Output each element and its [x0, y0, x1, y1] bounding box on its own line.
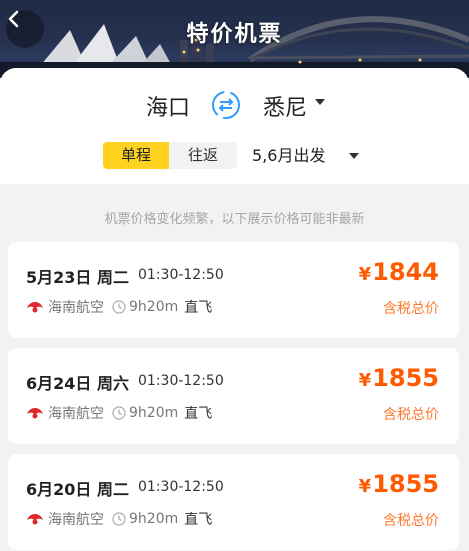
clock-icon — [112, 406, 126, 420]
header-banner: 特价机票 — [0, 0, 469, 78]
flight-time: 01:30-12:50 — [138, 267, 224, 283]
flight-type: 直飞 — [184, 512, 213, 528]
price-value: 1855 — [372, 364, 439, 392]
flight-price: ¥1855 — [359, 470, 439, 498]
flight-date: 5月23日 周二 — [26, 268, 129, 287]
tab-one-way[interactable]: 单程 — [103, 142, 169, 169]
currency-symbol: ¥ — [358, 264, 372, 285]
date-filter[interactable]: 5,6月出发 — [252, 142, 325, 169]
airline-logo-icon — [27, 302, 43, 313]
price-note: 含税总价 — [383, 301, 439, 317]
clock-icon — [112, 300, 126, 314]
flight-duration: 9h20m — [129, 405, 179, 421]
price-value: 1844 — [372, 258, 439, 286]
flight-date: 6月20日 周二 — [26, 480, 129, 499]
trip-options-row: 单程 往返 5,6月出发 — [0, 142, 469, 170]
airline-name: 海南航空 — [48, 300, 104, 316]
flight-card[interactable]: 5月23日 周二 01:30-12:50 海南航空 9h20m 直飞 ¥1844… — [8, 242, 459, 338]
page-title: 特价机票 — [186, 22, 283, 47]
caret-down-icon[interactable] — [349, 153, 359, 159]
destination-city[interactable]: 悉尼 — [263, 90, 307, 122]
flight-type: 直飞 — [184, 406, 213, 422]
search-panel: 海口 悉尼 单程 往返 5,6月出发 — [0, 68, 469, 184]
flight-price: ¥1844 — [359, 258, 439, 286]
price-notice: 机票价格变化频繁，以下展示价格可能非最新 — [104, 212, 365, 227]
caret-down-icon[interactable] — [315, 99, 325, 105]
airline-name: 海南航空 — [48, 512, 104, 528]
departure-city[interactable]: 海口 — [146, 90, 190, 122]
flight-time: 01:30-12:50 — [138, 479, 224, 495]
price-value: 1855 — [372, 470, 439, 498]
airline-logo-icon — [27, 514, 43, 525]
currency-symbol: ¥ — [358, 370, 372, 391]
flight-time: 01:30-12:50 — [138, 373, 224, 389]
route-selector: 海口 悉尼 — [0, 89, 469, 122]
flight-card[interactable]: 6月20日 周二 01:30-12:50 海南航空 9h20m 直飞 ¥1855… — [8, 454, 459, 550]
flight-price: ¥1855 — [359, 364, 439, 392]
tab-round-trip[interactable]: 往返 — [169, 142, 237, 169]
price-note: 含税总价 — [383, 513, 439, 529]
flight-card[interactable]: 6月24日 周六 01:30-12:50 海南航空 9h20m 直飞 ¥1855… — [8, 348, 459, 444]
swap-icon[interactable] — [210, 89, 242, 121]
flight-date: 6月24日 周六 — [26, 374, 129, 393]
flight-type: 直飞 — [184, 300, 213, 316]
flight-info: 海南航空 9h20m 直飞 — [26, 403, 212, 423]
flight-duration: 9h20m — [129, 299, 179, 315]
flight-info: 海南航空 9h20m 直飞 — [26, 297, 212, 317]
flight-duration: 9h20m — [129, 511, 179, 527]
price-note: 含税总价 — [383, 407, 439, 423]
flight-info: 海南航空 9h20m 直飞 — [26, 509, 212, 529]
airline-name: 海南航空 — [48, 406, 104, 422]
clock-icon — [112, 512, 126, 526]
airline-logo-icon — [27, 408, 43, 419]
currency-symbol: ¥ — [358, 476, 372, 497]
